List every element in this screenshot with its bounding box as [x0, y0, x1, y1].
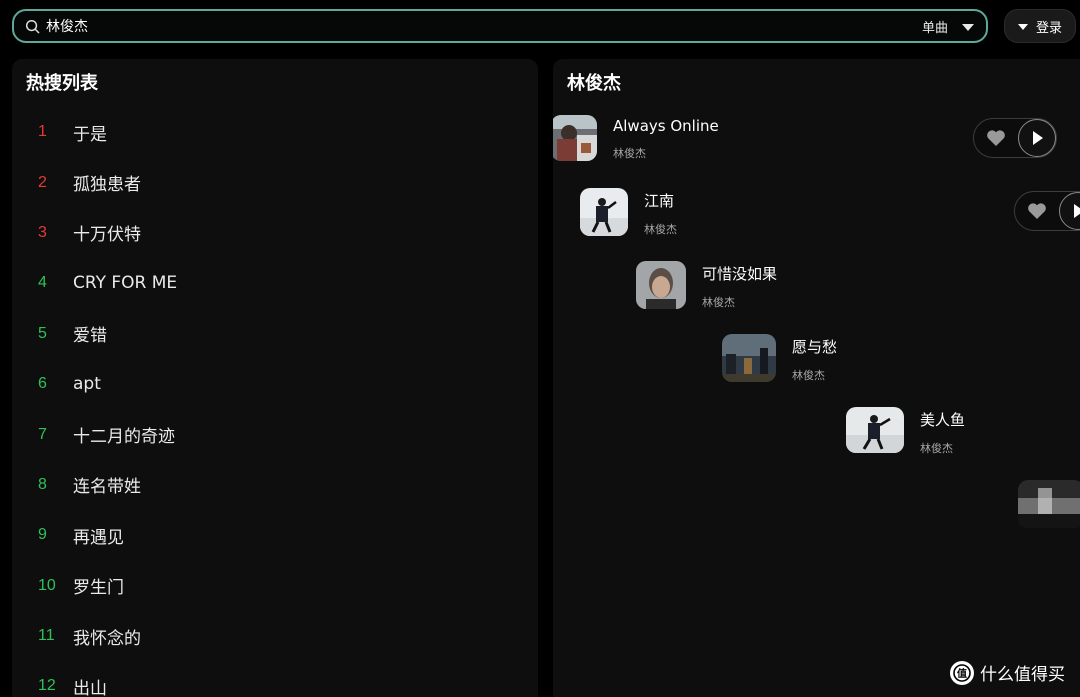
hot-search-item[interactable]: 7 十二月的奇迹	[12, 409, 538, 459]
song-artist: 林俊杰	[920, 442, 953, 455]
album-cover	[580, 188, 628, 236]
song-title: 愿与愁	[792, 338, 838, 356]
song-artist: 林俊杰	[792, 369, 825, 382]
chevron-down-icon	[962, 23, 974, 31]
hot-search-item[interactable]: 12 出山	[12, 661, 538, 697]
results-title: 林俊杰	[567, 73, 621, 94]
song-item[interactable]: 美人鱼 林俊杰	[846, 407, 965, 456]
hot-search-title: 热搜列表	[26, 73, 98, 94]
song-artist: 林俊杰	[702, 296, 735, 309]
watermark: 值 什么值得买	[950, 660, 1065, 685]
search-bar[interactable]: 单曲	[12, 9, 988, 43]
hot-rank: 2	[38, 173, 47, 191]
chevron-down-icon	[1017, 24, 1028, 30]
hot-search-item[interactable]: 11 我怀念的	[12, 611, 538, 661]
search-type-select[interactable]: 单曲	[922, 17, 974, 36]
hot-rank: 11	[38, 627, 55, 645]
song-artist: 林俊杰	[644, 223, 677, 236]
hot-keyword: 十万伏特	[73, 225, 141, 246]
album-cover	[722, 334, 776, 382]
hot-rank: 12	[38, 677, 56, 695]
hot-search-item[interactable]: 4 CRY FOR ME	[12, 258, 538, 308]
hot-keyword: 再遇见	[73, 527, 124, 548]
heart-icon	[987, 130, 1005, 146]
hot-rank: 9	[38, 526, 47, 544]
search-input[interactable]	[46, 11, 922, 41]
album-cover	[636, 261, 686, 309]
hot-keyword: CRY FOR ME	[73, 273, 178, 294]
hot-keyword: 爱错	[73, 326, 107, 347]
hot-keyword: 连名带姓	[73, 477, 141, 498]
login-button[interactable]: 登录	[1004, 9, 1076, 43]
watermark-text: 什么值得买	[980, 665, 1065, 685]
song-artist: 林俊杰	[613, 147, 646, 160]
hot-search-item[interactable]: 10 罗生门	[12, 561, 538, 611]
song-title: 美人鱼	[920, 411, 966, 429]
hot-search-item[interactable]: 5 爱错	[12, 309, 538, 359]
hot-keyword: 我怀念的	[73, 628, 141, 649]
hot-rank: 1	[38, 123, 47, 141]
hot-search-item[interactable]: 8 连名带姓	[12, 460, 538, 510]
hot-search-item[interactable]: 1 于是	[12, 107, 538, 157]
hot-search-item[interactable]: 3 十万伏特	[12, 208, 538, 258]
search-icon	[24, 18, 40, 34]
search-type-label: 单曲	[921, 20, 948, 36]
like-button[interactable]	[974, 119, 1018, 157]
hot-rank: 5	[38, 324, 47, 342]
hot-rank: 4	[38, 274, 47, 292]
hot-search-list: 1 于是 2 孤独患者 3 十万伏特 4 CRY FOR ME 5 爱错 6 a…	[12, 107, 538, 697]
like-button[interactable]	[1015, 192, 1059, 230]
album-cover	[1018, 480, 1080, 528]
play-icon	[1033, 131, 1043, 145]
hot-search-item[interactable]: 6 apt	[12, 359, 538, 409]
album-cover	[846, 407, 904, 453]
svg-text:值: 值	[957, 667, 967, 680]
song-item[interactable]: 愿与愁 林俊杰	[722, 334, 837, 383]
play-button[interactable]	[1059, 192, 1080, 230]
song-title: 可惜没如果	[702, 265, 778, 283]
hot-keyword: 十二月的奇迹	[73, 427, 175, 448]
hot-rank: 6	[38, 375, 47, 393]
heart-icon	[1028, 203, 1046, 219]
song-actions	[1014, 191, 1080, 231]
watermark-logo-icon: 值	[950, 660, 974, 685]
song-actions	[973, 118, 1057, 158]
hot-search-item[interactable]: 9 再遇见	[12, 510, 538, 560]
song-title: 江南	[644, 192, 675, 210]
song-item[interactable]: 可惜没如果 林俊杰	[636, 261, 777, 310]
hot-keyword: 出山	[73, 678, 107, 697]
hot-keyword: 孤独患者	[73, 175, 141, 196]
search-results-panel: 林俊杰 Always Online 林俊杰 江南 林俊杰 可惜没如果 林俊杰 愿…	[553, 59, 1080, 697]
play-icon	[1074, 204, 1080, 218]
hot-rank: 8	[38, 475, 47, 493]
login-label: 登录	[1035, 20, 1062, 36]
song-item[interactable]: 江南 林俊杰	[580, 188, 677, 237]
hot-rank: 7	[38, 425, 47, 443]
hot-keyword: 于是	[73, 124, 107, 145]
hot-search-item[interactable]: 2 孤独患者	[12, 157, 538, 207]
album-cover	[553, 115, 597, 161]
song-title: Always Online	[613, 117, 719, 135]
hot-keyword: apt	[73, 374, 101, 395]
hot-search-panel: 热搜列表 1 于是 2 孤独患者 3 十万伏特 4 CRY FOR ME 5 爱…	[12, 59, 538, 697]
song-item[interactable]: Always Online 林俊杰	[553, 115, 719, 161]
hot-rank: 10	[38, 576, 56, 594]
hot-rank: 3	[38, 223, 47, 241]
hot-keyword: 罗生门	[73, 578, 124, 599]
app-root: 单曲 登录 热搜列表 1 于是 2 孤独患者 3 十万伏特 4 CRY FOR	[0, 0, 1080, 697]
play-button[interactable]	[1018, 119, 1056, 157]
